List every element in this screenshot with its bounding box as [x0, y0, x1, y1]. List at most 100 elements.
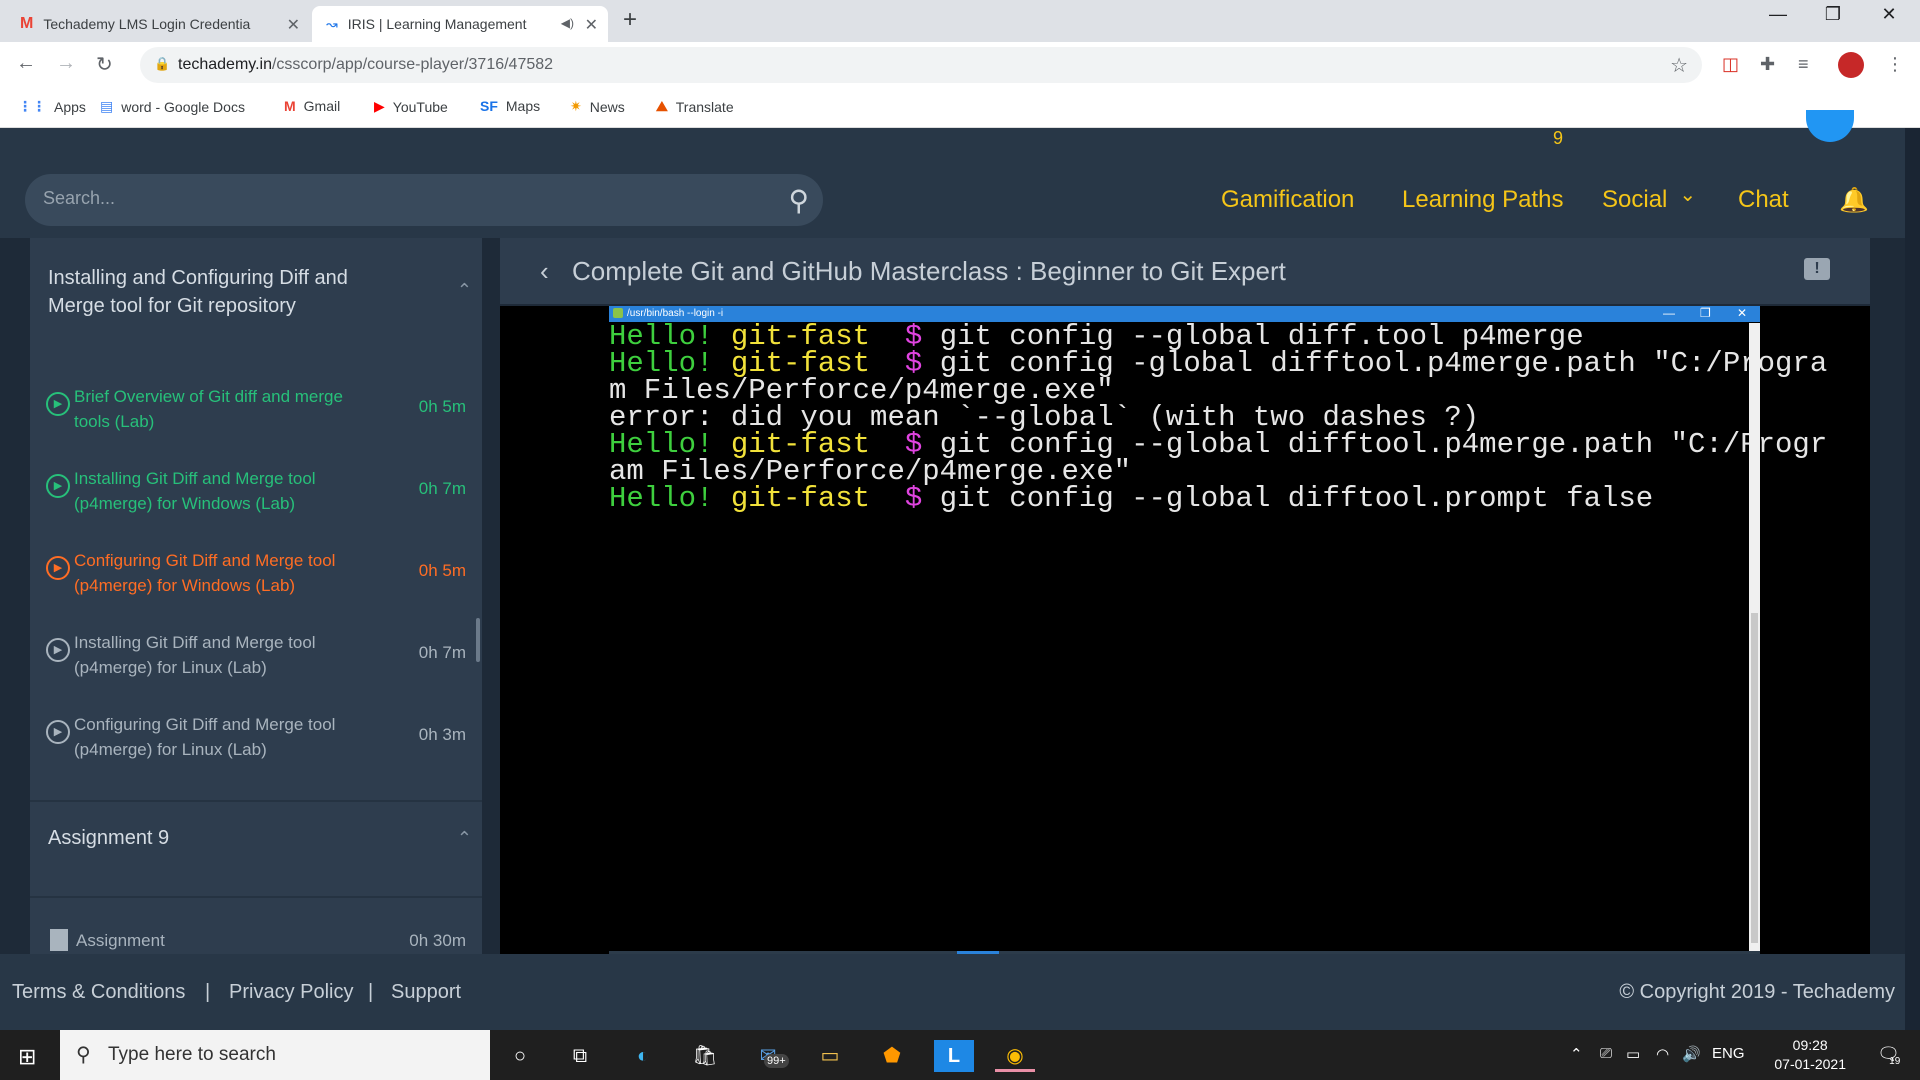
terms-link[interactable]: Terms & Conditions: [12, 981, 185, 1004]
page-scrollbar[interactable]: [1905, 128, 1920, 1030]
mail-badge: 99+: [764, 1054, 789, 1068]
chrome-icon[interactable]: ◉: [995, 1040, 1035, 1072]
search-icon[interactable]: ⚲: [788, 184, 809, 217]
new-tab-button[interactable]: +: [623, 6, 637, 34]
close-tab-icon[interactable]: ✕: [585, 15, 598, 35]
chevron-up-icon[interactable]: ⌃: [457, 280, 472, 301]
forward-arrow-icon[interactable]: →: [56, 52, 76, 75]
translate-icon: ⛰: [656, 98, 668, 114]
play-circle-icon: ▶: [46, 556, 70, 580]
lesson-item[interactable]: ▶ Brief Overview of Git diff and merge to…: [46, 384, 466, 434]
lesson-item[interactable]: ▶ Configuring Git Diff and Merge tool (p4…: [46, 712, 466, 762]
bookmark-star-icon[interactable]: ☆: [1670, 53, 1688, 78]
chevron-up-icon[interactable]: ⌃: [457, 828, 472, 849]
edge-icon[interactable]: ◐: [623, 1040, 663, 1072]
url-text: techademy.in/csscorp/app/course-player/3…: [178, 56, 554, 73]
play-circle-icon: ▶: [46, 638, 70, 662]
nav-learning-paths[interactable]: Learning Paths: [1402, 186, 1563, 214]
section-title[interactable]: Installing and Configuring Diff and Merg…: [48, 264, 408, 320]
wifi-icon[interactable]: ◠: [1656, 1045, 1669, 1063]
lesson-duration: 0h 5m: [418, 397, 466, 416]
bell-icon[interactable]: 🔔: [1839, 186, 1869, 215]
iris-icon: ↝: [326, 15, 338, 32]
lesson-item[interactable]: ▶ Installing Git Diff and Merge tool (p4m…: [46, 630, 466, 680]
divider: [30, 800, 482, 802]
file-explorer-icon[interactable]: ▭: [810, 1040, 850, 1072]
assignment-item[interactable]: Assignment 0h 30m: [46, 928, 466, 953]
notification-icon[interactable]: 🗨 19: [1877, 1044, 1900, 1067]
volume-icon[interactable]: 🔊: [1682, 1045, 1701, 1063]
privacy-link[interactable]: Privacy Policy: [229, 981, 353, 1004]
comment-icon[interactable]: !: [1804, 258, 1830, 280]
bookmark-apps[interactable]: ⋮⋮ Apps: [18, 98, 86, 115]
store-icon[interactable]: 🛍: [685, 1040, 725, 1072]
chevron-up-icon[interactable]: ⌃: [1570, 1045, 1583, 1063]
clock[interactable]: 09:28 07-01-2021: [1774, 1036, 1846, 1074]
site-footer: Terms & Conditions | Privacy Policy | Su…: [0, 954, 1920, 1030]
taskbar-search-placeholder: Type here to search: [108, 1044, 276, 1065]
tab-title: Techademy LMS Login Credentia: [43, 16, 251, 32]
pocket-icon[interactable]: ◫: [1722, 54, 1739, 75]
bookmark-translate[interactable]: ⛰ Translate: [656, 98, 734, 115]
address-bar[interactable]: 🔒 techademy.in/csscorp/app/course-player…: [140, 47, 1702, 83]
footer-separator: |: [368, 981, 374, 1003]
close-tab-icon[interactable]: ✕: [287, 15, 300, 35]
mail-icon[interactable]: ✉99+: [748, 1040, 789, 1072]
close-window-button[interactable]: ✕: [1866, 4, 1912, 25]
scrollbar-thumb: [1751, 613, 1758, 943]
nav-chat[interactable]: Chat: [1738, 186, 1789, 214]
play-circle-icon: ▶: [46, 720, 70, 744]
task-view-icon[interactable]: ⧉: [560, 1040, 600, 1072]
battery-icon[interactable]: ▭: [1626, 1045, 1640, 1063]
minimize-button[interactable]: —: [1755, 4, 1801, 25]
windows-start-icon[interactable]: ⊞: [18, 1044, 36, 1070]
tab-gmail[interactable]: M Techademy LMS Login Credentia ✕: [20, 6, 310, 42]
terminal-line: m Files/Perforce/p4merge.exe": [609, 374, 1114, 407]
header-count-badge: 9: [1553, 128, 1564, 148]
avatar[interactable]: [1838, 52, 1864, 78]
lesson-item[interactable]: ▶ Installing Git Diff and Merge tool (p4m…: [46, 466, 466, 516]
lesson-item-current[interactable]: ▶ Configuring Git Diff and Merge tool (p4…: [46, 548, 466, 598]
extensions-icon[interactable]: ✚: [1760, 54, 1775, 75]
close-icon: ✕: [1737, 306, 1748, 320]
reload-icon[interactable]: ↻: [96, 52, 113, 77]
nav-gamification[interactable]: Gamification: [1221, 186, 1354, 214]
audio-icon[interactable]: ◀): [561, 16, 574, 30]
address-row: ← → ↻ 🔒 techademy.in/csscorp/app/course-…: [0, 42, 1920, 88]
search-input[interactable]: [43, 188, 743, 209]
section-title[interactable]: Assignment 9: [48, 824, 408, 852]
back-arrow-icon[interactable]: ←: [16, 52, 36, 75]
course-sidebar: Installing and Configuring Diff and Merg…: [30, 238, 482, 954]
vpn-icon[interactable]: ⬟: [872, 1040, 912, 1072]
copyright: © Copyright 2019 - Techademy: [1619, 981, 1895, 1003]
restore-button[interactable]: ❐: [1810, 4, 1856, 25]
news-icon: ✷: [570, 98, 582, 114]
restore-icon: ❐: [1700, 306, 1711, 320]
bookmark-news[interactable]: ✷ News: [570, 98, 625, 115]
terminal-icon: [613, 308, 623, 318]
taskbar-search[interactable]: ⚲ Type here to search: [60, 1030, 490, 1080]
support-link[interactable]: Support: [391, 981, 461, 1004]
sidebar-scrollbar[interactable]: [476, 618, 480, 662]
assignment-duration: 0h 30m: [409, 931, 466, 950]
gmail-icon: M: [20, 15, 34, 32]
bookmark-gmail[interactable]: M Gmail: [284, 98, 340, 114]
language-indicator[interactable]: ENG: [1712, 1045, 1745, 1062]
chevron-down-icon: ⌄: [1679, 184, 1697, 206]
l-app-icon[interactable]: L: [934, 1040, 974, 1072]
bookmark-maps[interactable]: SF Maps: [480, 98, 540, 114]
back-chevron-icon[interactable]: ‹: [540, 256, 549, 287]
meet-icon[interactable]: ⎚: [1600, 1045, 1612, 1062]
media-control-icon[interactable]: ≡: [1798, 54, 1809, 75]
terminal-scrollbar: [1749, 323, 1760, 953]
maps-icon: SF: [480, 98, 498, 114]
gmail-icon: M: [284, 98, 296, 114]
nav-social[interactable]: Social ⌄: [1602, 184, 1697, 214]
bookmark-docs[interactable]: ▤ word - Google Docs: [100, 98, 245, 115]
cortana-icon[interactable]: ○: [500, 1040, 540, 1072]
menu-icon[interactable]: ⋮: [1886, 54, 1904, 75]
lesson-duration: 0h 7m: [418, 643, 466, 662]
tab-iris[interactable]: ↝ IRIS | Learning Management ◀) ✕: [312, 6, 608, 42]
bookmark-youtube[interactable]: ▶ YouTube: [374, 98, 448, 115]
search-bar[interactable]: ⚲: [25, 174, 823, 226]
